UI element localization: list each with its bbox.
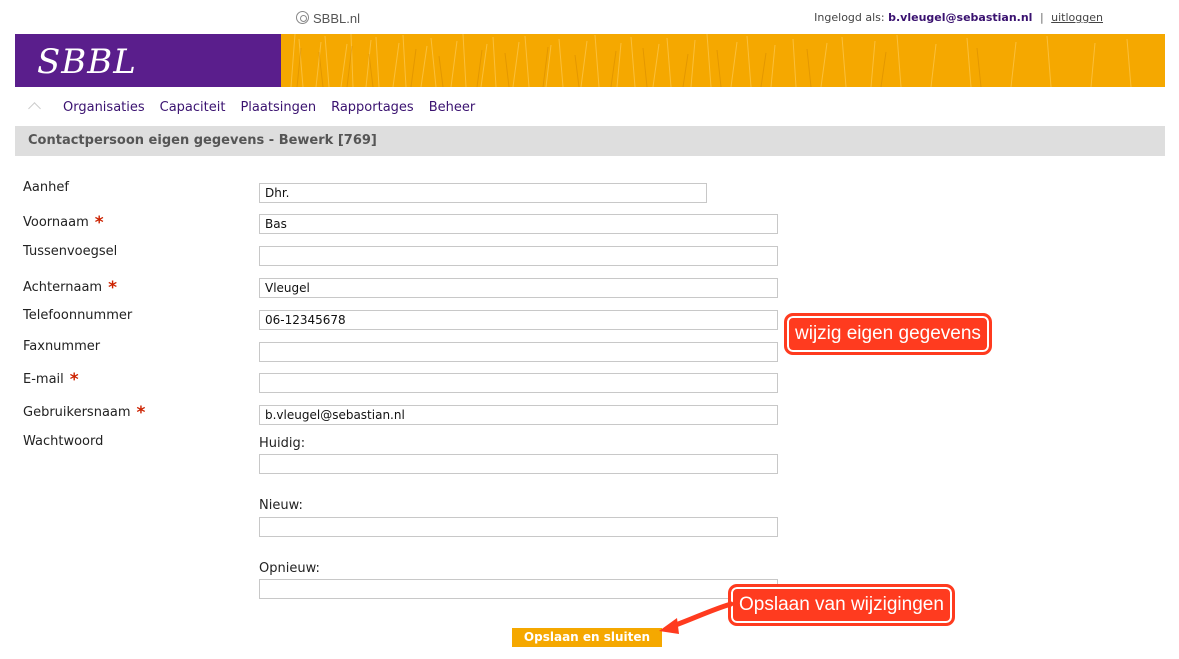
email-field[interactable] (259, 373, 778, 393)
label-aanhef: Aanhef (23, 180, 69, 195)
label-tussenvoegsel: Tussenvoegsel (23, 244, 117, 259)
logged-in-prefix: Ingelogd als: (814, 11, 885, 24)
top-bar: SBBL.nl Ingelogd als: b.vleugel@sebastia… (0, 0, 1179, 34)
site-name-text: SBBL.nl (313, 11, 360, 26)
required-icon: * (94, 213, 104, 233)
label-fax-text: Faxnummer (23, 339, 101, 354)
password-current-field[interactable] (259, 454, 778, 474)
telefoon-field[interactable]: 06-12345678 (259, 310, 778, 330)
login-info: Ingelogd als: b.vleugel@sebastian.nl | u… (814, 11, 1103, 24)
main-nav: Organisaties Capaciteit Plaatsingen Rapp… (15, 94, 1165, 124)
voornaam-field[interactable]: Bas (259, 214, 778, 234)
logged-in-user: b.vleugel@sebastian.nl (888, 11, 1033, 24)
label-voornaam-text: Voornaam (23, 215, 89, 230)
label-achternaam: Achternaam * (23, 276, 117, 298)
home-icon[interactable] (25, 98, 45, 118)
nav-item-organisaties[interactable]: Organisaties (63, 100, 145, 115)
label-email-text: E-mail (23, 372, 64, 387)
banner-image (281, 34, 1165, 87)
fax-field[interactable] (259, 342, 778, 362)
grass-pattern (290, 34, 1132, 87)
callout-save-changes: Opslaan van wijzigingen (728, 584, 955, 626)
callout-arrow-icon (659, 601, 734, 634)
site-logo-icon (296, 11, 309, 24)
callout-edit-own-data: wijzig eigen gegevens (784, 313, 992, 355)
gebruikersnaam-field[interactable]: b.vleugel@sebastian.nl (259, 405, 778, 425)
banner: SBBL (15, 34, 1165, 87)
nav-item-beheer[interactable]: Beheer (429, 100, 476, 115)
label-gebruikersnaam-text: Gebruikersnaam (23, 405, 131, 420)
password-repeat-field[interactable] (259, 579, 778, 599)
nav-items: Organisaties Capaciteit Plaatsingen Rapp… (63, 100, 490, 115)
brand-logo[interactable]: SBBL (37, 42, 137, 82)
brand-panel: SBBL (15, 34, 281, 87)
nieuw-label: Nieuw: (259, 498, 303, 513)
aanhef-select[interactable]: Dhr. (259, 183, 707, 203)
opnieuw-label: Opnieuw: (259, 561, 320, 576)
label-telefoon-text: Telefoonnummer (23, 308, 133, 323)
label-wachtwoord-text: Wachtwoord (23, 434, 104, 449)
tussenvoegsel-field[interactable] (259, 246, 778, 266)
nav-item-plaatsingen[interactable]: Plaatsingen (240, 100, 316, 115)
huidig-label: Huidig: (259, 436, 306, 451)
label-gebruikersnaam: Gebruikersnaam * (23, 401, 146, 423)
required-icon: * (108, 278, 117, 298)
label-tussenvoegsel-text: Tussenvoegsel (23, 244, 118, 259)
achternaam-field[interactable]: Vleugel (259, 278, 778, 298)
label-wachtwoord: Wachtwoord (23, 434, 103, 449)
nav-item-capaciteit[interactable]: Capaciteit (160, 100, 226, 115)
save-and-close-button[interactable]: Opslaan en sluiten (512, 628, 662, 647)
label-voornaam: Voornaam * (23, 211, 104, 233)
required-icon: * (136, 403, 146, 423)
required-icon: * (69, 370, 79, 390)
password-new-field[interactable] (259, 517, 778, 537)
label-telefoon: Telefoonnummer (23, 308, 132, 323)
page-title-bar: Contactpersoon eigen gegevens - Bewerk [… (15, 126, 1165, 156)
logout-link[interactable]: uitloggen (1051, 11, 1103, 24)
separator: | (1039, 11, 1044, 24)
page-title: Contactpersoon eigen gegevens - Bewerk [… (28, 133, 377, 148)
label-email: E-mail * (23, 368, 79, 390)
nav-item-rapportages[interactable]: Rapportages (331, 100, 414, 115)
label-fax: Faxnummer (23, 339, 100, 354)
site-name[interactable]: SBBL.nl (296, 11, 360, 26)
label-aanhef-text: Aanhef (23, 180, 69, 195)
label-achternaam-text: Achternaam (23, 280, 103, 295)
